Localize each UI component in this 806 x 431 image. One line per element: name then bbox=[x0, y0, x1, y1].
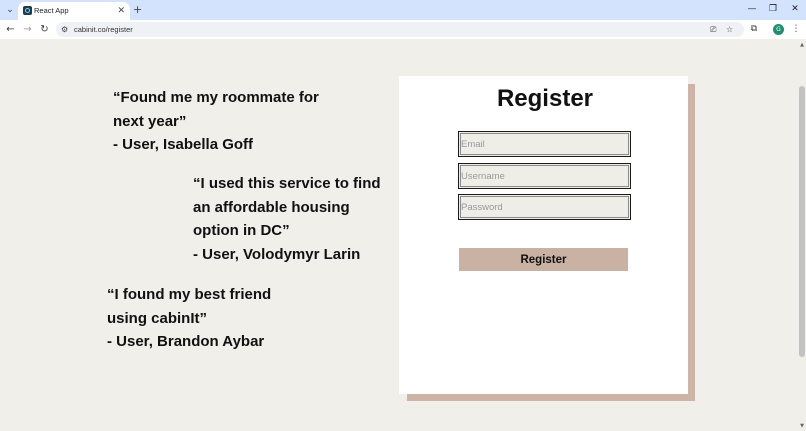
testimonial-author: - User, Brandon Aybar bbox=[107, 333, 265, 350]
restore-icon[interactable]: ❐ bbox=[766, 3, 780, 15]
testimonial-line: using cabinIt” bbox=[107, 309, 208, 327]
testimonial-line: option in DC” bbox=[193, 222, 290, 239]
testimonial-3: “I found my best friend using cabinIt” -… bbox=[107, 283, 271, 354]
tab-title: React App bbox=[34, 6, 69, 15]
scroll-up-icon[interactable]: ▲ bbox=[799, 42, 805, 48]
testimonial-author: - User, Isabella Goff bbox=[113, 136, 254, 153]
username-field[interactable] bbox=[458, 163, 631, 189]
password-field[interactable] bbox=[458, 194, 631, 220]
register-button[interactable]: Register bbox=[459, 248, 628, 271]
testimonial-line: “Found me my roommate for bbox=[113, 89, 319, 106]
react-favicon-icon bbox=[23, 6, 32, 15]
testimonial-line: next year” bbox=[113, 112, 187, 130]
email-field[interactable] bbox=[458, 131, 631, 157]
profile-avatar[interactable]: G bbox=[773, 24, 784, 35]
browser-tab[interactable]: React App ✕ bbox=[18, 2, 130, 20]
install-app-icon[interactable]: ⎚ bbox=[710, 24, 716, 35]
back-icon[interactable]: ← bbox=[4, 23, 17, 36]
bookmark-star-icon[interactable]: ☆ bbox=[726, 24, 733, 35]
scroll-down-icon[interactable]: ▼ bbox=[799, 423, 805, 429]
extensions-icon[interactable]: ⧉ bbox=[748, 23, 760, 36]
testimonial-line: “I used this service to find bbox=[193, 175, 381, 192]
register-title: Register bbox=[496, 85, 594, 112]
new-tab-icon[interactable]: + bbox=[133, 3, 142, 17]
testimonial-line: “I found my best friend bbox=[107, 286, 272, 303]
tab-search-icon[interactable]: ⌄ bbox=[4, 4, 16, 16]
address-bar[interactable]: ⚙ cabinit.co/register ⎚ ☆ bbox=[56, 22, 744, 37]
testimonial-line: an affordable housing bbox=[193, 198, 350, 216]
more-menu-icon[interactable]: ⋮ bbox=[790, 23, 802, 36]
url-text: cabinit.co/register bbox=[74, 25, 133, 34]
minimize-icon[interactable]: — bbox=[745, 3, 759, 15]
register-card: Register Register bbox=[399, 76, 688, 394]
testimonial-1: “Found me my roommate for next year” - U… bbox=[113, 86, 319, 157]
browser-tab-strip: ⌄ React App ✕ + — ❐ ✕ bbox=[0, 0, 806, 20]
testimonial-2: “I used this service to find an affordab… bbox=[193, 172, 381, 266]
reload-icon[interactable]: ↻ bbox=[38, 23, 51, 36]
close-window-icon[interactable]: ✕ bbox=[788, 3, 802, 15]
forward-icon[interactable]: → bbox=[21, 23, 34, 36]
browser-toolbar: ← → ↻ ⚙ cabinit.co/register ⎚ ☆ ⧉ G ⋮ bbox=[0, 20, 806, 39]
testimonial-author: - User, Volodymyr Larin bbox=[193, 245, 361, 263]
close-tab-icon[interactable]: ✕ bbox=[117, 5, 125, 17]
site-info-icon[interactable]: ⚙ bbox=[61, 24, 68, 35]
scrollbar-thumb[interactable] bbox=[799, 86, 805, 357]
